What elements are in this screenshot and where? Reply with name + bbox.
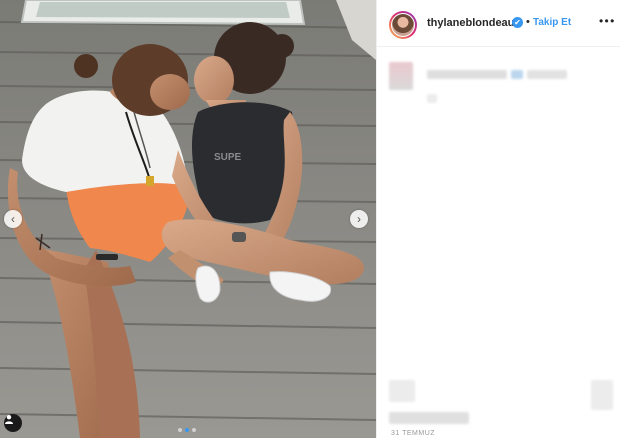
photo-illustration: SUPE [0,0,376,438]
action-icons-redacted [389,380,415,402]
carousel-dot [178,428,182,432]
tagged-users-button[interactable] [4,414,22,432]
commenter-avatar-redacted [389,62,413,90]
caption-text-redacted [427,70,507,79]
instagram-post: SUPE ‹ › thylaneblondeau ✔ • Takip Et • … [0,0,620,438]
post-sidebar: thylaneblondeau ✔ • Takip Et • • • 31 TE… [376,0,620,438]
verified-badge-icon: ✔ [512,17,523,28]
avatar-image [392,14,414,36]
carousel-dot-active [185,428,189,432]
header-separator: • [526,16,530,28]
action-icons-redacted [591,380,613,410]
post-header: thylaneblondeau ✔ • Takip Et • • • [377,0,620,47]
chevron-left-icon: ‹ [11,212,15,226]
username-link[interactable]: thylaneblondeau [427,17,514,29]
story-ring[interactable] [389,11,417,39]
caption-text-redacted [511,70,523,79]
chevron-right-icon: › [357,212,361,226]
carousel-next-button[interactable]: › [350,210,368,228]
carousel-indicator [178,428,196,432]
carousel-prev-button[interactable]: ‹ [4,210,22,228]
likes-text-redacted [389,412,469,424]
post-photo[interactable]: SUPE ‹ › [0,0,376,438]
follow-button[interactable]: Takip Et [533,17,571,28]
more-options-icon[interactable]: • • • [599,14,614,28]
person-icon [5,415,13,424]
svg-text:SUPE: SUPE [214,152,242,163]
avatar[interactable] [391,13,415,37]
caption-text-redacted [427,94,437,103]
caption-text-redacted [527,70,567,79]
post-date: 31 TEMMUZ [391,430,436,437]
carousel-dot [192,428,196,432]
